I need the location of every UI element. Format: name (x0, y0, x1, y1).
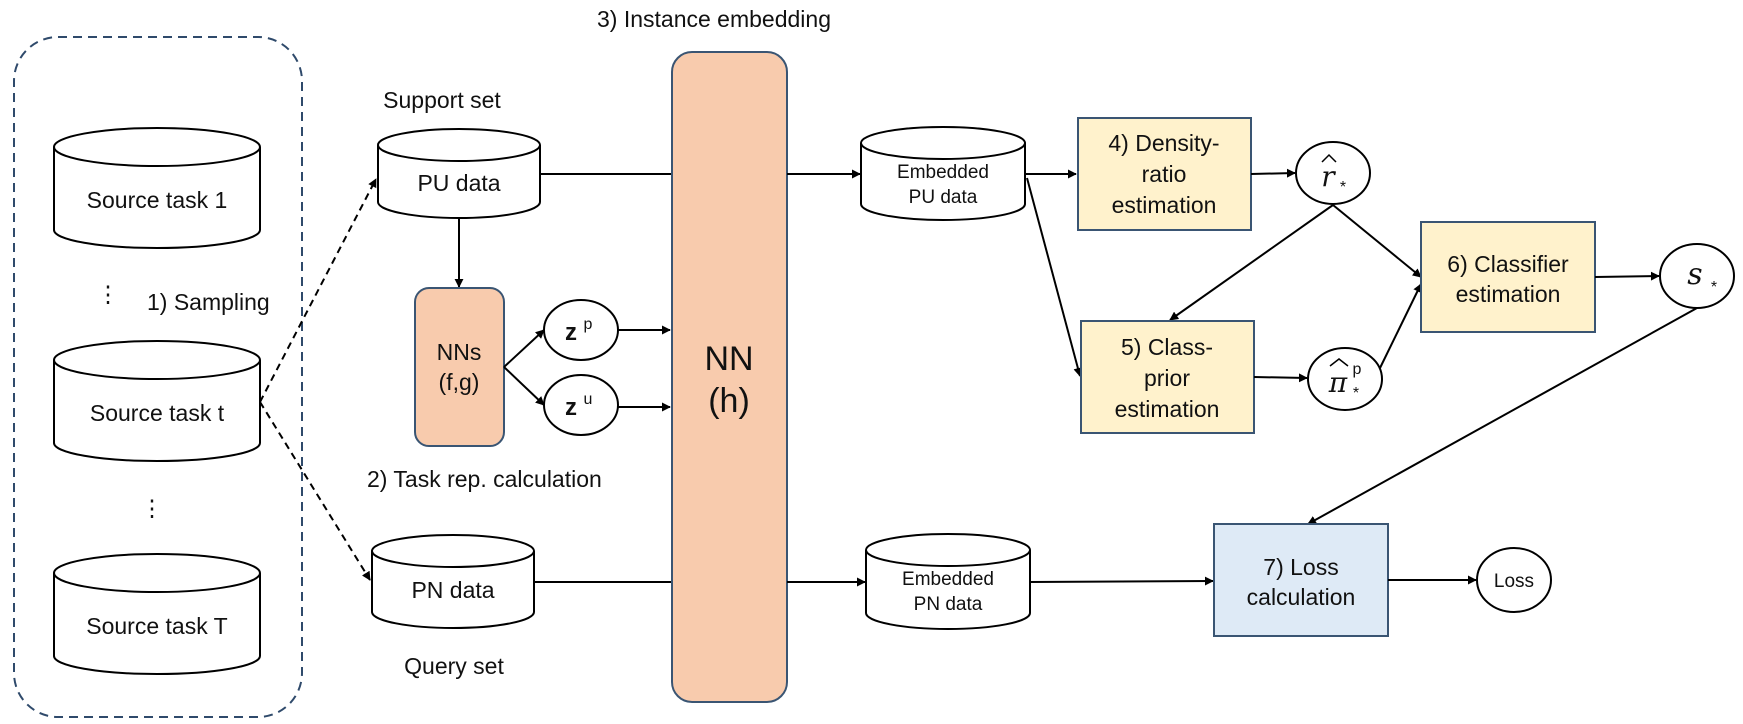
class-prior-line1: 5) Class- (1121, 334, 1213, 360)
pn-data-label: PN data (411, 577, 494, 603)
sampling-label: 1) Sampling (147, 289, 270, 315)
density-ratio-line2: ratio (1142, 161, 1187, 187)
instance-nn-block: NN (h) (671, 51, 788, 703)
instance-embedding-label: 3) Instance embedding (597, 6, 831, 32)
sampling-arrow-support (259, 178, 377, 403)
arrow-pi-hat-to-classifier (1379, 283, 1422, 369)
classifier-line2: estimation (1456, 281, 1561, 307)
diagram-svg: Source task 1 ⋮ 1) Sampling Source task … (13, 6, 1735, 718)
classifier-line1: 6) Classifier (1447, 251, 1569, 277)
loss-calc-line2: calculation (1247, 584, 1356, 610)
task-rep-label: 2) Task rep. calculation (367, 466, 602, 492)
arrow-embedded-pu-to-class-prior (1026, 177, 1083, 377)
vertical-ellipsis-top: ⋮ (97, 281, 120, 307)
support-set-label: Support set (383, 87, 501, 113)
class-prior-line3: estimation (1115, 396, 1220, 422)
arrow-r-hat-to-classifier (1332, 204, 1422, 278)
embedded-pu-line1: Embedded (897, 162, 989, 183)
source-task-1-cylinder: Source task 1 (53, 127, 261, 249)
zu-sup: u (584, 391, 593, 408)
class-prior-estimation-box: 5) Class- prior estimation (1080, 320, 1255, 434)
pi-hat-base: π (1328, 366, 1348, 399)
pu-data-label: PU data (417, 170, 500, 196)
vertical-ellipsis-bottom: ⋮ (141, 495, 164, 521)
source-task-T-cylinder: Source task T (53, 553, 261, 675)
arrow-embedded-pn-to-loss-calc (1029, 576, 1214, 586)
arrow-classifier-to-s-star (1594, 271, 1660, 281)
zp-base: z (565, 319, 577, 346)
pn-data-cylinder: PN data (371, 534, 535, 629)
arrow-s-star-to-loss-calc (1307, 307, 1698, 525)
pu-data-cylinder: PU data (377, 128, 541, 219)
task-nn-label: NNs (437, 339, 482, 365)
arrow-density-ratio-to-r-hat (1250, 168, 1296, 178)
source-task-T-label: Source task T (86, 613, 227, 639)
arrow-class-prior-to-pi-hat (1253, 373, 1308, 383)
instance-nn-label: NN (704, 340, 753, 378)
pi-hat-sub: * (1353, 385, 1359, 402)
s-star-sub: * (1711, 279, 1717, 296)
arrow-task-nn-to-zp (503, 329, 545, 368)
s-star-base: s (1687, 257, 1702, 292)
zp-node: z p (543, 299, 619, 361)
query-set-label: Query set (404, 653, 504, 679)
density-ratio-line1: 4) Density- (1108, 130, 1219, 156)
zu-node: z u (543, 374, 619, 436)
loss-calculation-box: 7) Loss calculation (1213, 523, 1389, 637)
s-star-node: s * (1659, 243, 1735, 309)
loss-calc-line1: 7) Loss (1263, 554, 1338, 580)
embedded-pn-line2: PN data (914, 594, 983, 615)
pi-hat-sup: p (1353, 361, 1362, 378)
loss-node: Loss (1476, 547, 1552, 613)
sampling-arrow-query (259, 401, 371, 581)
classifier-estimation-box: 6) Classifier estimation (1420, 221, 1596, 333)
task-nn-block: NNs (f,g) (414, 287, 505, 447)
embedded-pu-cylinder: Embedded PU data (860, 126, 1026, 221)
r-hat-base: r (1321, 160, 1336, 193)
embedded-pu-line2: PU data (909, 187, 978, 208)
task-nn-params: (f,g) (439, 369, 480, 395)
class-prior-line2: prior (1144, 365, 1190, 391)
source-task-1-label: Source task 1 (87, 187, 228, 213)
density-ratio-line3: estimation (1112, 192, 1217, 218)
r-hat-node: r * (1295, 141, 1371, 205)
pi-hat-node: π * p (1307, 347, 1383, 411)
source-task-t-label: Source task t (90, 400, 225, 426)
arrow-task-nn-to-zu (503, 366, 545, 406)
instance-nn-params: (h) (708, 382, 750, 420)
zp-sup: p (584, 316, 593, 333)
r-hat-sub: * (1340, 179, 1346, 196)
embedded-pn-line1: Embedded (902, 569, 994, 590)
source-task-t-cylinder: Source task t (53, 340, 261, 462)
density-ratio-estimation-box: 4) Density- ratio estimation (1077, 117, 1252, 231)
embedded-pn-cylinder: Embedded PN data (865, 533, 1031, 630)
loss-label: Loss (1494, 571, 1534, 592)
zu-base: z (565, 394, 577, 421)
diagram-canvas: Source task 1 ⋮ 1) Sampling Source task … (0, 0, 1743, 724)
